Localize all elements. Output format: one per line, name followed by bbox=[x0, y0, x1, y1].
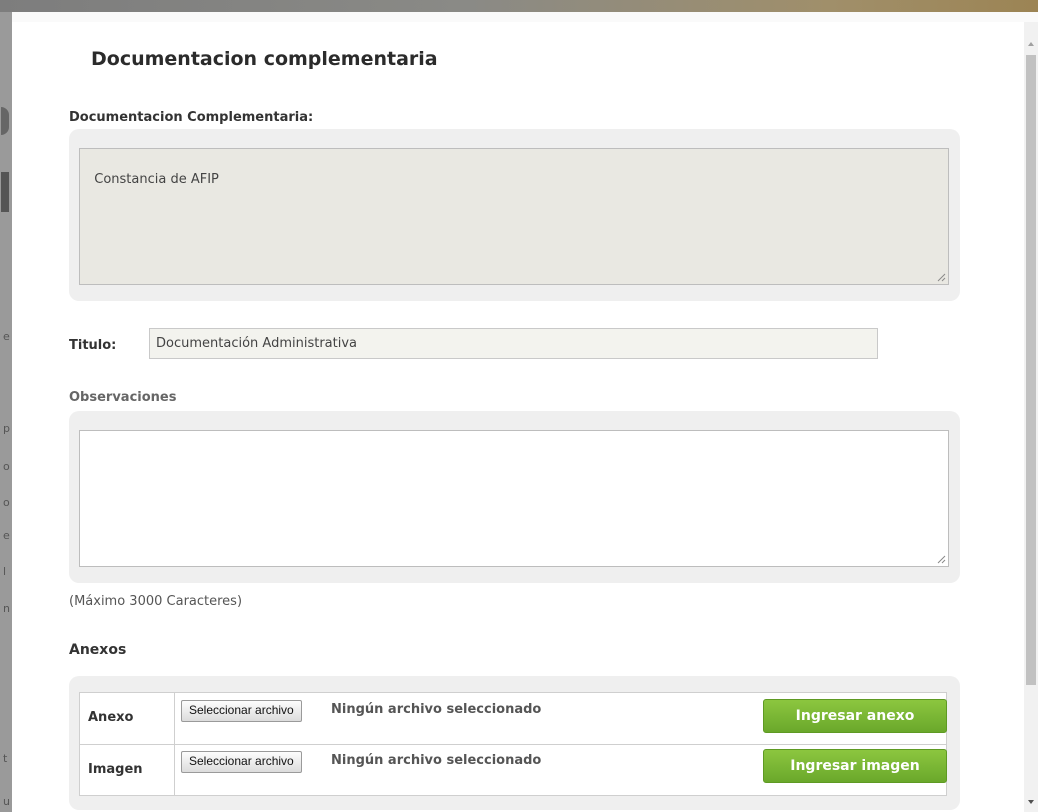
background-top-bar bbox=[0, 0, 1038, 12]
scroll-up-icon[interactable] bbox=[1028, 42, 1034, 46]
modal-scrollbar[interactable] bbox=[1024, 22, 1038, 812]
resize-grip-icon[interactable] bbox=[937, 273, 946, 282]
observaciones-label: Observaciones bbox=[69, 390, 177, 405]
doc-complementaria-textarea[interactable]: Constancia de AFIP bbox=[79, 148, 949, 285]
modal-top-edge bbox=[12, 12, 1038, 22]
doc-complementaria-label: Documentacion Complementaria: bbox=[69, 110, 314, 125]
titulo-input[interactable]: Documentación Administrativa bbox=[149, 328, 878, 359]
imagen-row: Imagen Seleccionar archivo Ningún archiv… bbox=[80, 745, 947, 796]
observaciones-hint: (Máximo 3000 Caracteres) bbox=[69, 594, 243, 609]
modal-title: Documentacion complementaria bbox=[91, 48, 438, 70]
background-page-strip: e p o o e l n t u bbox=[0, 12, 12, 812]
anexo-file-status: Ningún archivo seleccionado bbox=[331, 702, 542, 717]
anexos-table: Anexo Seleccionar archivo Ningún archivo… bbox=[79, 692, 947, 796]
scroll-down-icon[interactable] bbox=[1028, 800, 1034, 804]
anexo-row: Anexo Seleccionar archivo Ningún archivo… bbox=[80, 693, 947, 745]
doc-complementaria-value: Constancia de AFIP bbox=[94, 172, 219, 187]
scrollbar-thumb[interactable] bbox=[1026, 55, 1036, 685]
anexos-heading: Anexos bbox=[69, 642, 127, 658]
titulo-label: Titulo: bbox=[69, 338, 117, 353]
anexo-select-file-button[interactable]: Seleccionar archivo bbox=[181, 700, 302, 722]
imagen-row-label: Imagen bbox=[80, 745, 175, 796]
anexo-row-label: Anexo bbox=[80, 693, 175, 744]
ingresar-imagen-button[interactable]: Ingresar imagen bbox=[763, 749, 947, 783]
imagen-file-status: Ningún archivo seleccionado bbox=[331, 753, 542, 768]
resize-grip-icon[interactable] bbox=[937, 555, 946, 564]
ingresar-anexo-button[interactable]: Ingresar anexo bbox=[763, 699, 947, 733]
imagen-select-file-button[interactable]: Seleccionar archivo bbox=[181, 751, 302, 773]
observaciones-textarea[interactable] bbox=[79, 430, 949, 567]
